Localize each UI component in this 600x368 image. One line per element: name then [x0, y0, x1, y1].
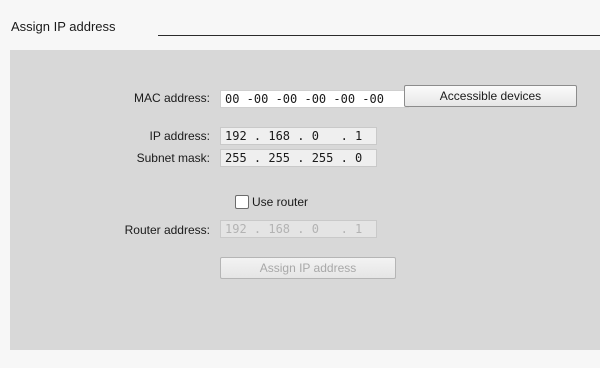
section-divider — [158, 35, 600, 36]
mac-address-field[interactable]: 00 -00 -00 -00 -00 -00 — [220, 90, 409, 108]
use-router-label[interactable]: Use router — [252, 195, 308, 209]
accessible-devices-button[interactable]: Accessible devices — [404, 85, 577, 107]
section-title: Assign IP address — [11, 19, 122, 34]
assign-ip-address-button[interactable]: Assign IP address — [220, 257, 396, 279]
ip-address-field[interactable]: 192 . 168 . 0 . 1 — [220, 127, 377, 145]
section-header: Assign IP address — [11, 19, 600, 39]
use-router-checkbox[interactable] — [235, 195, 249, 209]
ip-address-label: IP address: — [149, 129, 210, 143]
subnet-mask-label: Subnet mask: — [136, 151, 210, 165]
subnet-mask-field[interactable]: 255 . 255 . 255 . 0 — [220, 149, 377, 167]
router-address-field: 192 . 168 . 0 . 1 — [220, 220, 377, 238]
router-address-label: Router address: — [124, 223, 210, 237]
assign-ip-panel: MAC address: 00 -00 -00 -00 -00 -00 Acce… — [10, 50, 600, 350]
mac-address-label: MAC address: — [133, 91, 210, 105]
